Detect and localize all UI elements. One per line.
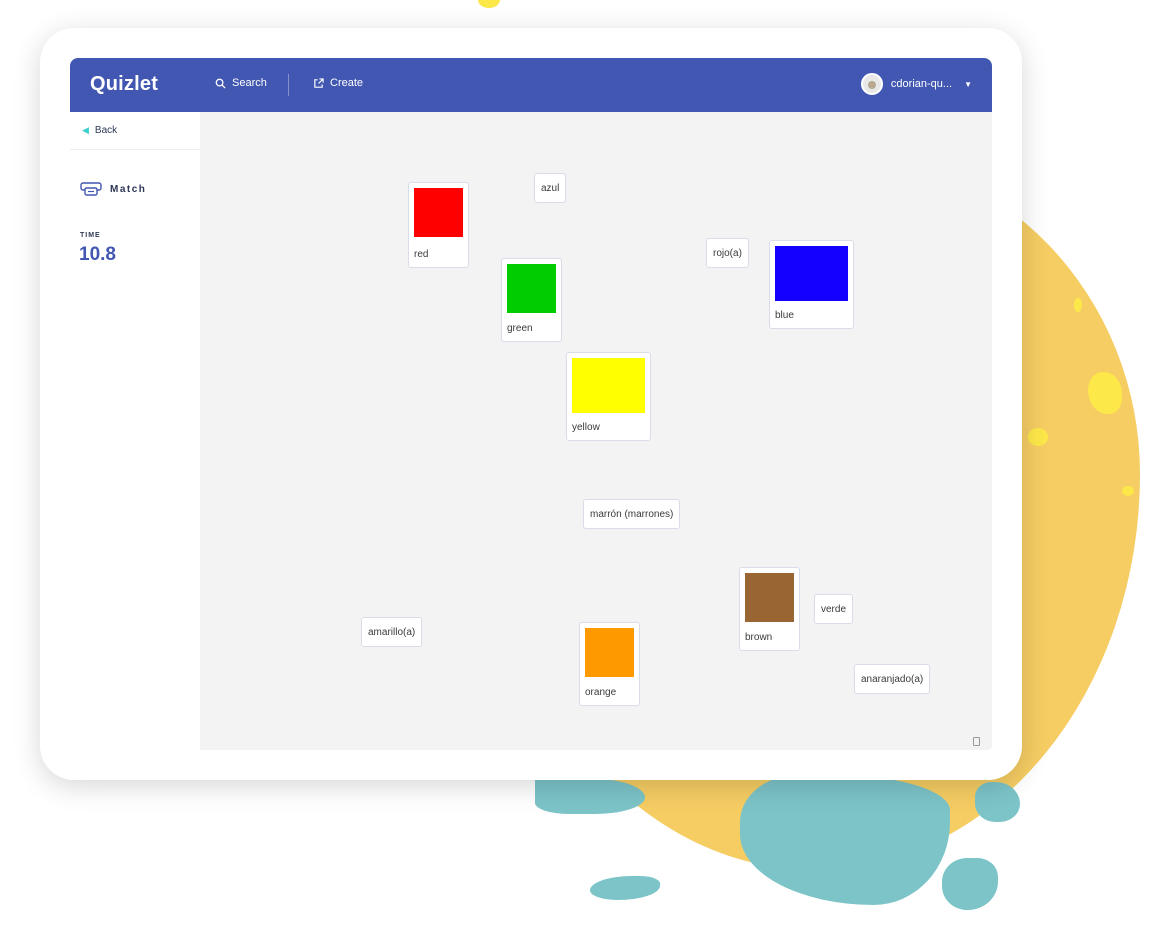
options-icon[interactable] — [973, 737, 980, 746]
match-card-orange[interactable]: orange — [579, 622, 640, 706]
username: cdorian-qu... — [890, 78, 953, 90]
card-label: green — [507, 323, 533, 334]
color-swatch — [414, 188, 463, 237]
mode-label: Match — [110, 183, 147, 195]
create-button[interactable]: Create — [313, 77, 363, 89]
back-button[interactable]: ◀ Back — [70, 112, 200, 150]
chevron-down-icon: ▼ — [964, 79, 972, 89]
teal-splash-decoration — [590, 876, 660, 900]
match-card-red[interactable]: red — [408, 182, 469, 268]
user-menu[interactable]: cdorian-qu... ▼ — [860, 73, 972, 95]
color-swatch — [572, 358, 645, 413]
word-card-amarillo[interactable]: amarillo(a) — [361, 617, 423, 647]
match-icon — [80, 182, 102, 196]
yellow-dot-decoration — [1074, 298, 1082, 312]
color-swatch — [745, 573, 794, 622]
create-label: Create — [330, 77, 364, 89]
word-card-rojo[interactable]: rojo(a) — [706, 238, 749, 268]
card-label: red — [414, 249, 429, 260]
app-screen: Quizlet Search Create cdorian-qu... ▼ ◀ … — [70, 58, 992, 750]
avatar — [860, 73, 883, 95]
card-label: blue — [775, 310, 794, 321]
time-label: TIME — [80, 232, 101, 239]
card-label: orange — [585, 687, 617, 698]
yellow-dot-decoration — [1122, 486, 1134, 496]
match-card-blue[interactable]: blue — [769, 240, 854, 329]
card-label: yellow — [572, 422, 600, 433]
back-label: Back — [94, 125, 118, 136]
nav-divider — [288, 74, 289, 96]
word-card-azul[interactable]: azul — [534, 173, 567, 203]
search-icon — [215, 78, 226, 89]
create-icon — [314, 77, 324, 88]
word-card-anaranjado[interactable]: anaranjado(a) — [854, 664, 931, 694]
marketing-stage: Quizlet Search Create cdorian-qu... ▼ ◀ … — [0, 0, 1150, 928]
sidebar: ◀ Back Match TIME 10.8 — [70, 112, 200, 750]
teal-splash-decoration — [975, 782, 1020, 822]
word-card-marron[interactable]: marrón (marrones) — [583, 499, 681, 529]
yellow-dot-decoration — [478, 0, 500, 8]
timer-value: 10.8 — [79, 244, 116, 265]
teal-splash-decoration — [942, 858, 998, 910]
match-board: red green blue yellow brown orange azul … — [200, 112, 992, 750]
search-label: Search — [232, 77, 267, 89]
back-arrow-icon: ◀ — [82, 125, 89, 135]
yellow-dot-decoration — [1028, 428, 1048, 446]
top-navigation-bar: Quizlet Search Create cdorian-qu... ▼ — [70, 58, 992, 112]
search-button[interactable]: Search — [215, 77, 267, 89]
teal-splash-decoration — [535, 778, 645, 814]
quizlet-logo[interactable]: Quizlet — [90, 73, 158, 96]
card-label: brown — [745, 632, 773, 643]
teal-splash-decoration — [740, 775, 950, 905]
color-swatch — [775, 246, 848, 301]
match-mode-title: Match — [80, 182, 146, 196]
word-card-verde[interactable]: verde — [814, 594, 854, 624]
color-swatch — [507, 264, 556, 313]
color-swatch — [585, 628, 634, 677]
match-card-brown[interactable]: brown — [739, 567, 800, 651]
match-card-yellow[interactable]: yellow — [566, 352, 651, 441]
match-card-green[interactable]: green — [501, 258, 562, 342]
